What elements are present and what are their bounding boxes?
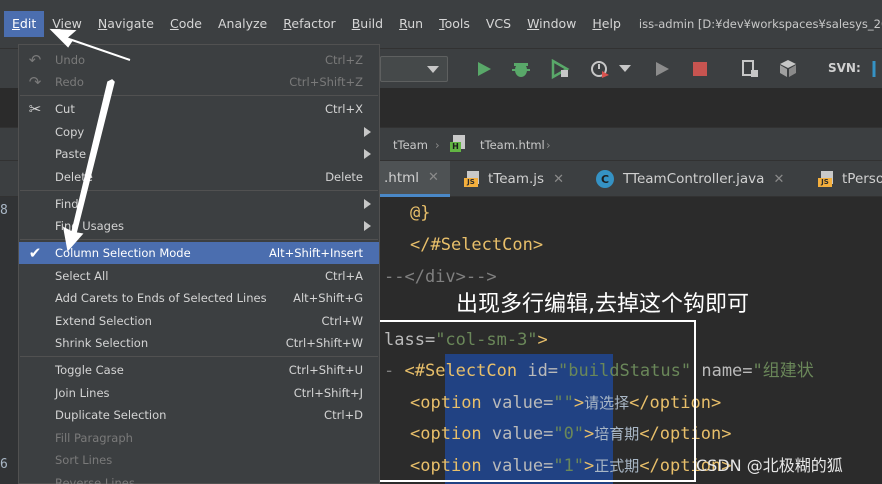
device-manager-icon[interactable] xyxy=(740,59,760,79)
tab-tperson[interactable]: JS tPerso xyxy=(810,161,882,197)
line-number: 8 xyxy=(0,203,8,218)
edit-menu-dropdown: ↶ Undo Ctrl+Z ↷ Redo Ctrl+Shift+Z ✂ Cut … xyxy=(18,44,380,484)
menu-item-redo[interactable]: ↷ Redo Ctrl+Shift+Z xyxy=(19,71,379,93)
menu-separator xyxy=(20,95,378,96)
menu-item-shrink-selection[interactable]: Shrink Selection Ctrl+Shift+W xyxy=(19,332,379,354)
menu-item-cut[interactable]: ✂ Cut Ctrl+X xyxy=(19,98,379,120)
menu-separator xyxy=(20,356,378,357)
tab-tteam-js[interactable]: JS tTeam.js ✕ xyxy=(456,161,564,197)
debug-icon[interactable] xyxy=(511,59,531,79)
menu-item-toggle-case[interactable]: Toggle Case Ctrl+Shift+U xyxy=(19,359,379,381)
window-title: iss-admin [D:¥dev¥workspaces¥salesys_202… xyxy=(638,17,882,31)
menu-item-fill-paragraph[interactable]: Fill Paragraph xyxy=(19,427,379,449)
menu-refactor[interactable]: Refactor xyxy=(275,11,343,37)
menu-view[interactable]: View xyxy=(44,11,90,37)
html-file-icon: H xyxy=(450,135,468,153)
redo-icon: ↷ xyxy=(28,73,42,91)
menu-item-reverse-lines[interactable]: Reverse Lines xyxy=(19,472,379,484)
menu-item-sort-lines[interactable]: Sort Lines xyxy=(19,449,379,471)
menu-analyze[interactable]: Analyze xyxy=(210,11,275,37)
menu-bar: Edit View Navigate Code Analyze Refactor… xyxy=(0,0,882,48)
menu-item-find-usages[interactable]: Find Usages xyxy=(19,215,379,237)
stop-icon[interactable] xyxy=(690,59,710,79)
close-icon[interactable]: ✕ xyxy=(428,170,439,185)
menu-help[interactable]: Help xyxy=(584,11,629,37)
chevron-down-icon[interactable] xyxy=(618,59,632,79)
tab-tteam-controller[interactable]: C TTeamController.java ✕ xyxy=(588,161,784,197)
js-file-icon: JS xyxy=(464,171,480,187)
java-class-icon: C xyxy=(596,170,614,188)
menu-item-delete[interactable]: Delete Delete xyxy=(19,166,379,188)
annotation-box xyxy=(368,320,696,482)
close-icon[interactable]: ✕ xyxy=(773,172,784,187)
profiler-icon[interactable] xyxy=(590,59,610,79)
menu-run[interactable]: Run xyxy=(391,11,431,37)
scissors-icon: ✂ xyxy=(28,100,42,118)
menu-item-column-selection-mode[interactable]: ✔ Column Selection Mode Alt+Shift+Insert xyxy=(19,242,379,264)
js-file-icon: JS xyxy=(818,171,834,187)
menu-item-find[interactable]: Find xyxy=(19,193,379,215)
menu-item-copy[interactable]: Copy xyxy=(19,121,379,143)
submenu-arrow-icon xyxy=(364,221,371,231)
chevron-right-icon: › xyxy=(546,138,551,152)
menu-tools[interactable]: Tools xyxy=(431,11,478,37)
menu-item-select-all[interactable]: Select All Ctrl+A xyxy=(19,265,379,287)
chevron-right-icon: › xyxy=(435,138,440,152)
menu-item-join-lines[interactable]: Join Lines Ctrl+Shift+J xyxy=(19,382,379,404)
submenu-arrow-icon xyxy=(364,199,371,209)
menu-build[interactable]: Build xyxy=(344,11,391,37)
menu-item-paste[interactable]: Paste xyxy=(19,143,379,165)
line-number-gutter: 8 6 xyxy=(0,197,18,484)
run-with-coverage-icon[interactable] xyxy=(550,59,570,79)
menu-edit[interactable]: Edit xyxy=(4,11,45,37)
tab-tteam-html[interactable]: .html ✕ xyxy=(380,161,450,197)
build-artifacts-icon[interactable] xyxy=(778,59,798,79)
svn-label: SVN: xyxy=(828,61,861,75)
menu-separator xyxy=(20,190,378,191)
menu-code[interactable]: Code xyxy=(162,11,210,37)
run-icon[interactable] xyxy=(474,59,494,79)
menu-window[interactable]: Window xyxy=(519,11,584,37)
undo-icon: ↶ xyxy=(28,51,42,69)
menu-item-undo[interactable]: ↶ Undo Ctrl+Z xyxy=(19,49,379,71)
run-configuration-select[interactable] xyxy=(380,56,448,82)
submenu-arrow-icon xyxy=(364,127,371,137)
menu-vcs[interactable]: VCS xyxy=(478,11,519,37)
close-icon[interactable]: ✕ xyxy=(553,172,564,187)
checkmark-icon: ✔ xyxy=(28,244,42,262)
annotation-caption: 出现多行编辑,去掉这个钩即可 xyxy=(456,292,749,317)
resume-icon[interactable] xyxy=(652,59,672,79)
breadcrumb-item-tteam[interactable]: tTeam xyxy=(393,138,428,152)
menu-item-add-carets[interactable]: Add Carets to Ends of Selected Lines Alt… xyxy=(19,287,379,309)
watermark: CSDN @北极糊的狐 xyxy=(696,456,843,475)
menu-item-extend-selection[interactable]: Extend Selection Ctrl+W xyxy=(19,310,379,332)
menu-item-duplicate-selection[interactable]: Duplicate Selection Ctrl+D xyxy=(19,404,379,426)
menu-navigate[interactable]: Navigate xyxy=(90,11,162,37)
menu-separator xyxy=(20,239,378,240)
submenu-arrow-icon xyxy=(364,149,371,159)
vcs-update-icon[interactable] xyxy=(866,59,882,79)
line-number: 6 xyxy=(0,457,8,472)
breadcrumb-item-html[interactable]: tTeam.html xyxy=(480,138,545,152)
chevron-down-icon xyxy=(427,66,439,73)
